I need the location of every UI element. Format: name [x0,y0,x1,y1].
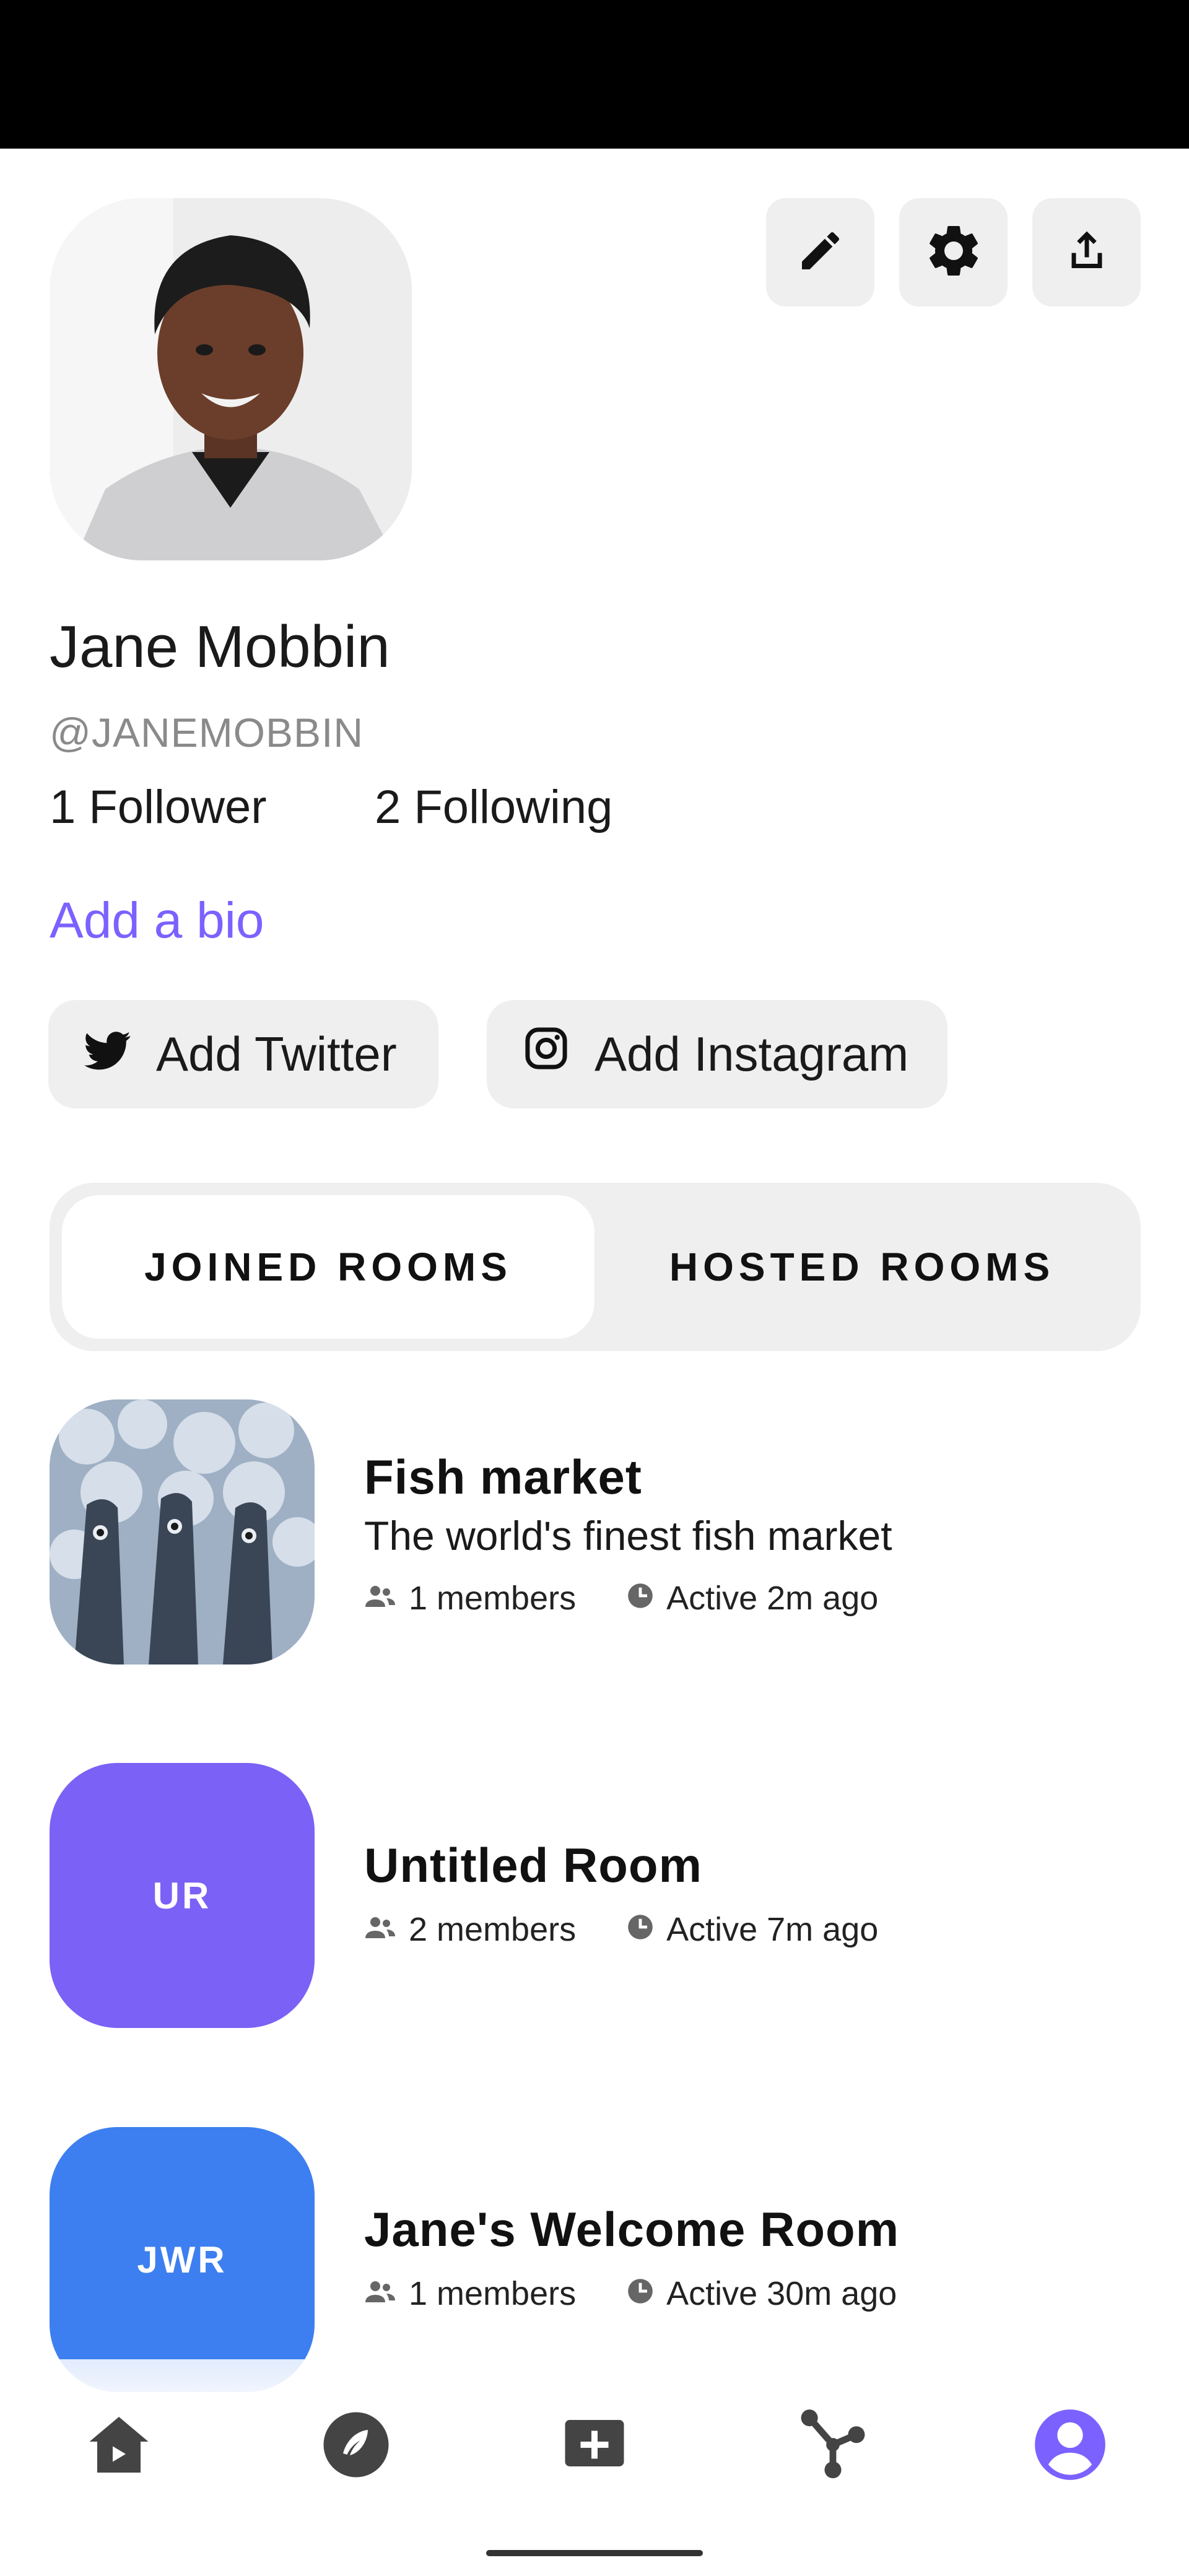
profile-name: Jane Mobbin [50,614,390,680]
nav-explore[interactable] [316,2406,396,2486]
rooms-tab-switcher: JOINED ROOMS HOSTED ROOMS [50,1183,1141,1351]
room-item-janes-welcome-room[interactable]: JWR Jane's Welcome Room 1 members Active… [50,2127,1139,2393]
share-profile-button[interactable] [1032,198,1141,307]
add-twitter-label: Add Twitter [156,1027,397,1081]
room-members: 1 members [409,2275,577,2312]
status-bar [0,0,1189,149]
profile-icon [1032,2406,1108,2486]
room-activity: Active 30m ago [666,2275,897,2312]
room-members: 1 members [409,1580,577,1617]
profile-handle: @JANEMOBBIN [50,710,364,755]
room-title: Untitled Room [364,1838,702,1892]
add-instagram-button[interactable]: Add Instagram [487,1000,947,1108]
settings-button[interactable] [899,198,1008,307]
tab-hosted-rooms[interactable]: HOSTED ROOMS [596,1195,1128,1339]
room-item-fish-market[interactable]: Fish market The world's finest fish mark… [50,1399,1139,1666]
room-title: Jane's Welcome Room [364,2202,900,2256]
instagram-icon [523,1025,570,1084]
nav-network[interactable] [793,2406,873,2486]
room-thumbnail [50,1399,315,1664]
share-icon [1061,225,1113,280]
followers-link[interactable]: 1 Follower [50,780,267,834]
room-members: 2 members [409,1911,577,1948]
room-activity: Active 7m ago [666,1911,879,1948]
create-room-icon [557,2408,632,2485]
add-bio-link[interactable]: Add a bio [50,892,264,950]
home-gesture-handle [486,2550,703,2556]
room-description: The world's finest fish market [364,1513,892,1559]
pencil-icon [796,226,845,279]
room-initials-avatar: UR [50,1763,315,2028]
gear-icon [923,220,985,285]
twitter-icon [84,1026,131,1082]
nav-profile[interactable] [1030,2406,1110,2486]
profile-avatar[interactable] [50,198,412,560]
room-activity: Active 2m ago [666,1580,879,1617]
explore-icon [319,2408,393,2485]
clock-icon [627,1910,654,1949]
following-link[interactable]: 2 Following [375,780,612,834]
nav-home[interactable] [79,2406,159,2486]
room-initials-avatar: JWR [50,2127,315,2392]
nav-create-room[interactable] [554,2406,635,2486]
room-item-untitled-room[interactable]: UR Untitled Room 2 members Active 7m ago [50,1763,1139,2029]
room-meta: 1 members Active 2m ago [364,1579,878,1617]
members-icon [364,1910,396,1949]
clock-icon [627,2274,654,2313]
room-meta: 2 members Active 7m ago [364,1910,878,1949]
clock-icon [627,1579,654,1617]
members-icon [364,2274,396,2313]
members-icon [364,1579,396,1617]
edit-profile-button[interactable] [766,198,874,307]
room-title: Fish market [364,1450,642,1504]
network-icon [793,2404,873,2488]
add-instagram-label: Add Instagram [594,1027,909,1081]
room-meta: 1 members Active 30m ago [364,2274,897,2313]
home-icon [82,2408,156,2485]
tab-joined-rooms[interactable]: JOINED ROOMS [62,1195,594,1339]
add-twitter-button[interactable]: Add Twitter [48,1000,438,1108]
